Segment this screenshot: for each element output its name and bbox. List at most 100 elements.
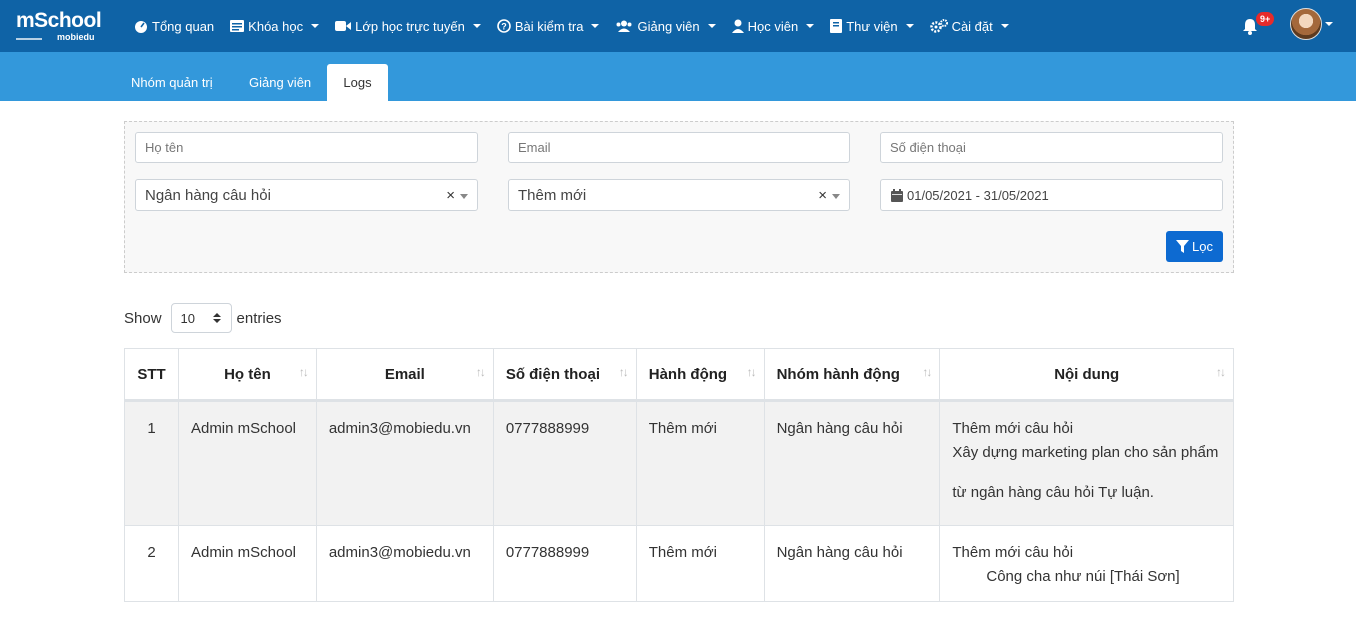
clear-icon[interactable]: × [818, 187, 827, 204]
nav-item-cai-dat[interactable]: Cài đặt [929, 18, 1009, 34]
logo[interactable]: mSchool mobiedu [16, 10, 116, 44]
sort-icon: ↑↓ [1216, 365, 1226, 379]
book-icon [830, 19, 843, 33]
cell-action: Thêm mới [635, 400, 765, 526]
cell-stt: 2 [124, 525, 179, 602]
column-header-ho-ten[interactable]: Họ tên ↑↓ [177, 348, 317, 402]
date-range-input[interactable]: 01/05/2021 - 31/05/2021 [880, 179, 1223, 211]
action-value: Thêm mới [518, 186, 587, 204]
column-header-nhom-hanh-dong[interactable]: Nhóm hành động ↑↓ [763, 348, 941, 402]
sort-icon: ↑↓ [475, 365, 486, 379]
avatar[interactable] [1290, 8, 1322, 40]
clear-icon[interactable]: × [446, 187, 455, 204]
dashboard-icon [135, 21, 147, 33]
sort-icon: ↑↓ [922, 365, 932, 379]
tab-nhom-quan-tri[interactable]: Nhóm quản trị [115, 64, 229, 101]
nav-label: Giảng viên [637, 18, 700, 34]
cell-phone: 0777888999 [492, 525, 637, 602]
cogs-icon [929, 19, 948, 33]
caret-down-icon [472, 24, 481, 28]
svg-text:?: ? [501, 22, 507, 32]
column-header-so-dien-thoai[interactable]: Số điện thoại ↑↓ [492, 348, 637, 402]
question-circle-icon: ? [497, 19, 511, 33]
cell-content: Thêm mới câu hỏi Công cha như núi [Thái … [939, 525, 1234, 602]
top-navbar: mSchool mobiedu Tổng quan Khóa học Lớp h… [0, 0, 1356, 52]
user-icon [731, 19, 744, 33]
nav-label: Tổng quan [152, 18, 215, 34]
sort-arrows-icon [212, 313, 221, 323]
content-line: Xây dựng marketing plan cho sản phẩm [952, 444, 1219, 461]
show-label: Show [124, 309, 162, 327]
table-row: 1 Admin mSchool admin3@mobiedu.vn 077788… [124, 400, 1234, 526]
cell-group: Ngân hàng câu hỏi [763, 400, 941, 526]
action-group-value: Ngân hàng câu hỏi [145, 186, 271, 204]
sort-icon: ↑↓ [618, 365, 629, 379]
caret-down-icon[interactable] [1325, 22, 1333, 26]
cell-email: admin3@mobiedu.vn [315, 525, 494, 602]
table-row: 2 Admin mSchool admin3@mobiedu.vn 077788… [124, 525, 1234, 602]
content-line: Thêm mới câu hỏi [952, 420, 1074, 437]
cell-name: Admin mSchool [177, 525, 317, 602]
logo-subtext: mobiedu [57, 32, 95, 42]
nav-item-tong-quan[interactable]: Tổng quan [134, 19, 214, 34]
content-line: từ ngân hàng câu hỏi Tự luận. [952, 484, 1154, 501]
nav-item-thu-vien[interactable]: Thư viện [830, 18, 914, 34]
tab-logs[interactable]: Logs [327, 64, 388, 101]
logo-underline [16, 38, 42, 40]
caret-down-icon [311, 24, 320, 28]
logo-text: mSchool [16, 9, 102, 32]
nav-label: Khóa học [248, 18, 304, 34]
cell-action: Thêm mới [635, 525, 765, 602]
cell-name: Admin mSchool [177, 400, 317, 526]
chevron-down-icon[interactable] [460, 194, 468, 199]
filter-button[interactable]: Lọc [1166, 231, 1223, 262]
filter-button-label: Lọc [1192, 239, 1213, 254]
entries-label: entries [236, 309, 282, 327]
notification-badge: 9+ [1256, 12, 1275, 26]
date-range-value: 01/05/2021 - 31/05/2021 [907, 187, 1049, 203]
sort-icon: ↑↓ [298, 365, 309, 379]
nav-item-hoc-vien[interactable]: Học viên [731, 18, 815, 34]
entries-control: Show 10 entries [124, 303, 282, 333]
name-input[interactable]: Họ tên [135, 132, 478, 163]
calendar-icon [891, 188, 903, 202]
filter-icon [1176, 240, 1190, 253]
nav-item-lop-hoc-truc-tuyen[interactable]: Lớp học trực tuyến [335, 19, 481, 34]
video-icon [335, 21, 352, 31]
nav-item-khoa-hoc[interactable]: Khóa học [230, 18, 320, 34]
entries-select[interactable]: 10 [170, 303, 232, 333]
nav-label: Bài kiểm tra [514, 18, 584, 34]
table-header-row: STT Họ tên ↑↓ Email ↑↓ Số điện thoại ↑↓ Hàn… [124, 348, 1234, 402]
caret-down-icon [1000, 24, 1009, 28]
column-header-email[interactable]: Email ↑↓ [315, 348, 494, 402]
users-icon [616, 20, 632, 32]
chevron-down-icon[interactable] [832, 194, 840, 199]
nav-label: Lớp học trực tuyến [355, 18, 465, 34]
cell-group: Ngân hàng câu hỏi [763, 525, 941, 602]
sort-icon: ↑↓ [746, 365, 757, 379]
cell-email: admin3@mobiedu.vn [315, 400, 494, 526]
nav-label: Cài đặt [951, 18, 993, 34]
cell-phone: 0777888999 [492, 400, 637, 526]
entries-value: 10 [180, 310, 195, 326]
tab-giang-vien[interactable]: Giảng viên [233, 64, 327, 101]
nav-item-bai-kiem-tra[interactable]: ? Bài kiểm tra [497, 19, 600, 34]
course-icon [230, 20, 245, 32]
column-header-hanh-dong[interactable]: Hành động ↑↓ [635, 348, 765, 402]
caret-down-icon [806, 24, 815, 28]
caret-down-icon [707, 24, 716, 28]
caret-down-icon [905, 24, 914, 28]
phone-input[interactable]: Số điện thoại [880, 132, 1223, 163]
nav-label: Thư viện [846, 18, 898, 34]
action-select[interactable]: Thêm mới × [508, 179, 850, 211]
nav-label: Học viên [747, 18, 799, 34]
content-line: Thêm mới câu hỏi [952, 544, 1074, 561]
email-input[interactable]: Email [508, 132, 850, 163]
column-header-noi-dung[interactable]: Nội dung ↑↓ [939, 348, 1234, 402]
nav-item-giang-vien[interactable]: Giảng viên [615, 18, 716, 34]
cell-content: Thêm mới câu hỏi Xây dựng marketing plan… [939, 400, 1234, 526]
action-group-select[interactable]: Ngân hàng câu hỏi × [135, 179, 478, 211]
cell-stt: 1 [124, 400, 179, 526]
column-header-stt[interactable]: STT [124, 348, 179, 402]
caret-down-icon [591, 24, 600, 28]
